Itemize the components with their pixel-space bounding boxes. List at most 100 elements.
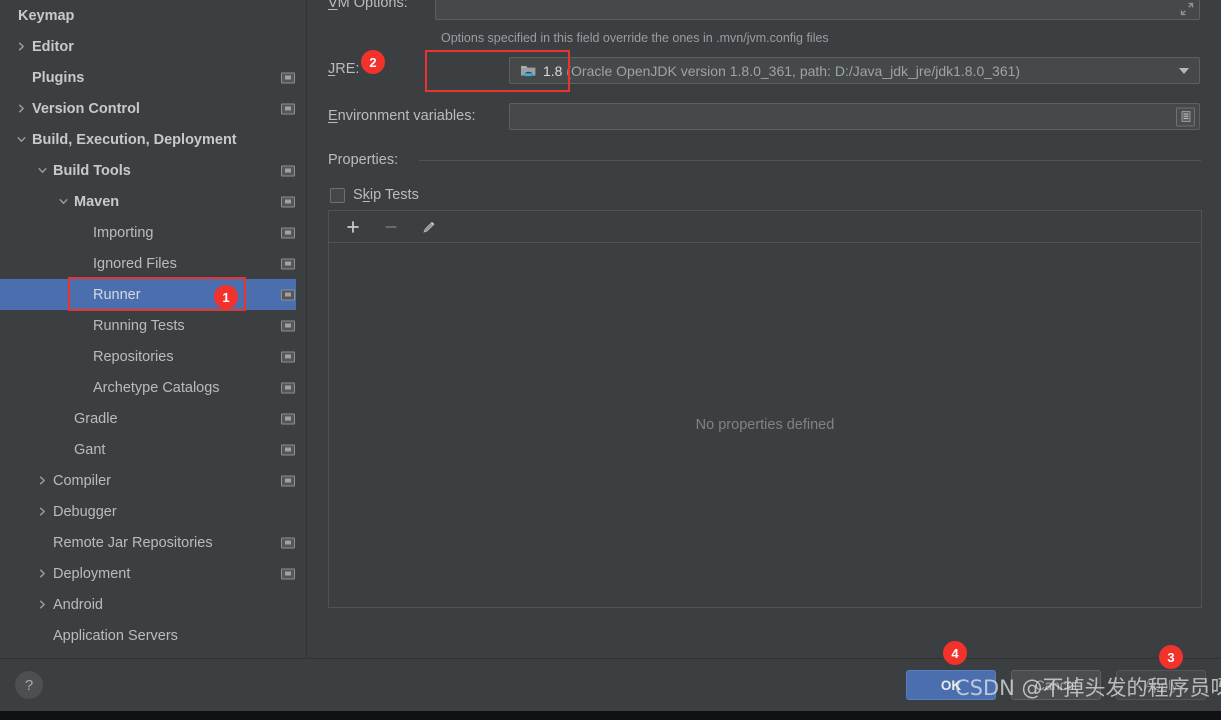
skip-tests-label-post: ip Tests xyxy=(369,187,419,203)
jre-value: 1.8 (Oracle OpenJDK version 1.8.0_361, p… xyxy=(543,63,1020,79)
edit-property-button[interactable] xyxy=(419,217,439,237)
sidebar-item-label: Plugins xyxy=(32,69,85,86)
sidebar-item-application-servers[interactable]: Application Servers xyxy=(0,620,306,651)
sidebar-item-label: Build Tools xyxy=(53,162,131,179)
sidebar-item-runner[interactable]: Runner xyxy=(0,279,306,310)
expand-editor-icon[interactable] xyxy=(1180,2,1194,16)
sidebar-item-android[interactable]: Android xyxy=(0,589,306,620)
desktop-strip xyxy=(0,711,1221,720)
chevron-right-icon[interactable] xyxy=(35,474,49,488)
sidebar-item-label: Compiler xyxy=(53,472,112,489)
jre-description: (Oracle OpenJDK version 1.8.0_361, path:… xyxy=(566,62,1021,79)
sidebar-item-compiler[interactable]: Compiler xyxy=(0,465,306,496)
sidebar-item-build-tools[interactable]: Build Tools xyxy=(0,155,306,186)
jre-label-rest: RE: xyxy=(335,61,360,77)
chevron-down-icon[interactable] xyxy=(35,164,49,178)
sidebar-item-gradle[interactable]: Gradle xyxy=(0,403,306,434)
skip-tests-checkbox[interactable] xyxy=(330,187,345,203)
skip-tests-label: Skip Tests xyxy=(353,187,419,203)
environment-variables-label-mnemonic: E xyxy=(328,108,338,124)
sidebar-item-label: Runner xyxy=(93,286,141,303)
sidebar-item-indicator-icon xyxy=(281,351,295,362)
environment-variables-input[interactable] xyxy=(509,103,1200,130)
skip-tests-label-pre: S xyxy=(353,187,363,203)
sidebar-item-indicator-icon xyxy=(281,196,295,207)
add-property-button[interactable] xyxy=(343,217,363,237)
sidebar-item-label: Ignored Files xyxy=(93,255,177,272)
chevron-down-icon[interactable] xyxy=(1179,67,1189,74)
chevron-right-icon[interactable] xyxy=(35,598,49,612)
sidebar-item-indicator-icon xyxy=(281,320,295,331)
annotation-badge-2: 2 xyxy=(361,50,385,74)
sidebar-item-label: Gradle xyxy=(74,410,118,427)
sidebar-item-label: Remote Jar Repositories xyxy=(53,534,213,551)
vm-options-hint: Options specified in this field override… xyxy=(441,31,829,45)
sidebar-item-build-execution-deployment[interactable]: Build, Execution, Deployment xyxy=(0,124,306,155)
jre-label: JRE: xyxy=(328,61,359,77)
sidebar-item-label: Repositories xyxy=(93,348,174,365)
settings-tree-scrollbar-track[interactable] xyxy=(296,0,601,658)
sidebar-item-remote-jar-repositories[interactable]: Remote Jar Repositories xyxy=(0,527,306,558)
sidebar-item-ignored-files[interactable]: Ignored Files xyxy=(0,248,306,279)
sidebar-item-editor[interactable]: Editor xyxy=(0,31,306,62)
sidebar-item-label: Running Tests xyxy=(93,317,185,334)
jre-version: 1.8 xyxy=(543,62,563,79)
remove-property-button[interactable] xyxy=(381,217,401,237)
settings-tree[interactable]: Keymap Editor Plugins Version Control Build,… xyxy=(0,0,306,658)
sidebar-item-label: Archetype Catalogs xyxy=(93,379,220,396)
chevron-right-icon[interactable] xyxy=(14,102,28,116)
sidebar-item-indicator-icon xyxy=(281,413,295,424)
chevron-right-icon[interactable] xyxy=(14,40,28,54)
sidebar-item-label: Deployment xyxy=(53,565,131,582)
settings-dialog-screen: Keymap Editor Plugins Version Control Build,… xyxy=(0,0,1221,720)
sidebar-item-indicator-icon xyxy=(281,568,295,579)
chevron-right-icon[interactable] xyxy=(35,567,49,581)
sidebar-item-repositories[interactable]: Repositories xyxy=(0,341,306,372)
sidebar-item-label: Gant xyxy=(74,441,106,458)
properties-section-divider xyxy=(419,160,1201,161)
apply-button[interactable]: Apply xyxy=(1116,670,1206,700)
settings-dialog: Keymap Editor Plugins Version Control Build,… xyxy=(0,0,1221,712)
ok-button[interactable]: OK xyxy=(906,670,996,700)
sidebar-item-running-tests[interactable]: Running Tests xyxy=(0,310,306,341)
chevron-right-icon[interactable] xyxy=(35,505,49,519)
sidebar-item-indicator-icon xyxy=(281,227,295,238)
vm-options-input[interactable] xyxy=(435,0,1200,20)
skip-tests-row[interactable]: Skip Tests xyxy=(330,187,419,203)
chevron-down-icon[interactable] xyxy=(14,133,28,147)
properties-section-label: Properties: xyxy=(328,152,399,168)
vm-options-label-mnemonic: V xyxy=(328,0,338,11)
annotation-badge-3: 3 xyxy=(1159,645,1183,669)
sidebar-item-keymap[interactable]: Keymap xyxy=(0,0,306,31)
sidebar-item-indicator-icon xyxy=(281,537,295,548)
environment-variables-browse-icon[interactable] xyxy=(1176,107,1195,126)
sidebar-item-archetype-catalogs[interactable]: Archetype Catalogs xyxy=(0,372,306,403)
sidebar-item-label: Editor xyxy=(32,38,74,55)
chevron-down-icon[interactable] xyxy=(56,195,70,209)
sidebar-item-debugger[interactable]: Debugger xyxy=(0,496,306,527)
properties-toolbar xyxy=(329,211,1201,243)
help-button[interactable]: ? xyxy=(15,671,43,699)
annotation-badge-1: 1 xyxy=(214,285,238,309)
sidebar-item-importing[interactable]: Importing xyxy=(0,217,306,248)
sidebar-item-indicator-icon xyxy=(281,444,295,455)
sidebar-item-indicator-icon xyxy=(281,72,295,83)
sidebar-item-indicator-icon xyxy=(281,382,295,393)
cancel-button[interactable]: Cancel xyxy=(1011,670,1101,700)
sidebar-item-maven[interactable]: Maven xyxy=(0,186,306,217)
sidebar-item-plugins[interactable]: Plugins xyxy=(0,62,306,93)
sidebar-item-label: Build, Execution, Deployment xyxy=(32,131,237,148)
jre-combobox[interactable]: 1.8 (Oracle OpenJDK version 1.8.0_361, p… xyxy=(509,57,1200,84)
runner-settings-panel: VM Options: Options specified in this fi… xyxy=(307,0,1221,658)
sidebar-item-label: Version Control xyxy=(32,100,140,117)
sidebar-item-gant[interactable]: Gant xyxy=(0,434,306,465)
sidebar-item-deployment[interactable]: Deployment xyxy=(0,558,306,589)
properties-empty-text: No properties defined xyxy=(695,417,835,433)
sidebar-item-version-control[interactable]: Version Control xyxy=(0,93,306,124)
sidebar-item-indicator-icon xyxy=(281,258,295,269)
sidebar-item-label: Application Servers xyxy=(53,627,178,644)
annotation-badge-4: 4 xyxy=(943,641,967,665)
sidebar-item-label: Android xyxy=(53,596,103,613)
sidebar-item-label: Importing xyxy=(93,224,154,241)
properties-table: No properties defined xyxy=(328,210,1202,608)
